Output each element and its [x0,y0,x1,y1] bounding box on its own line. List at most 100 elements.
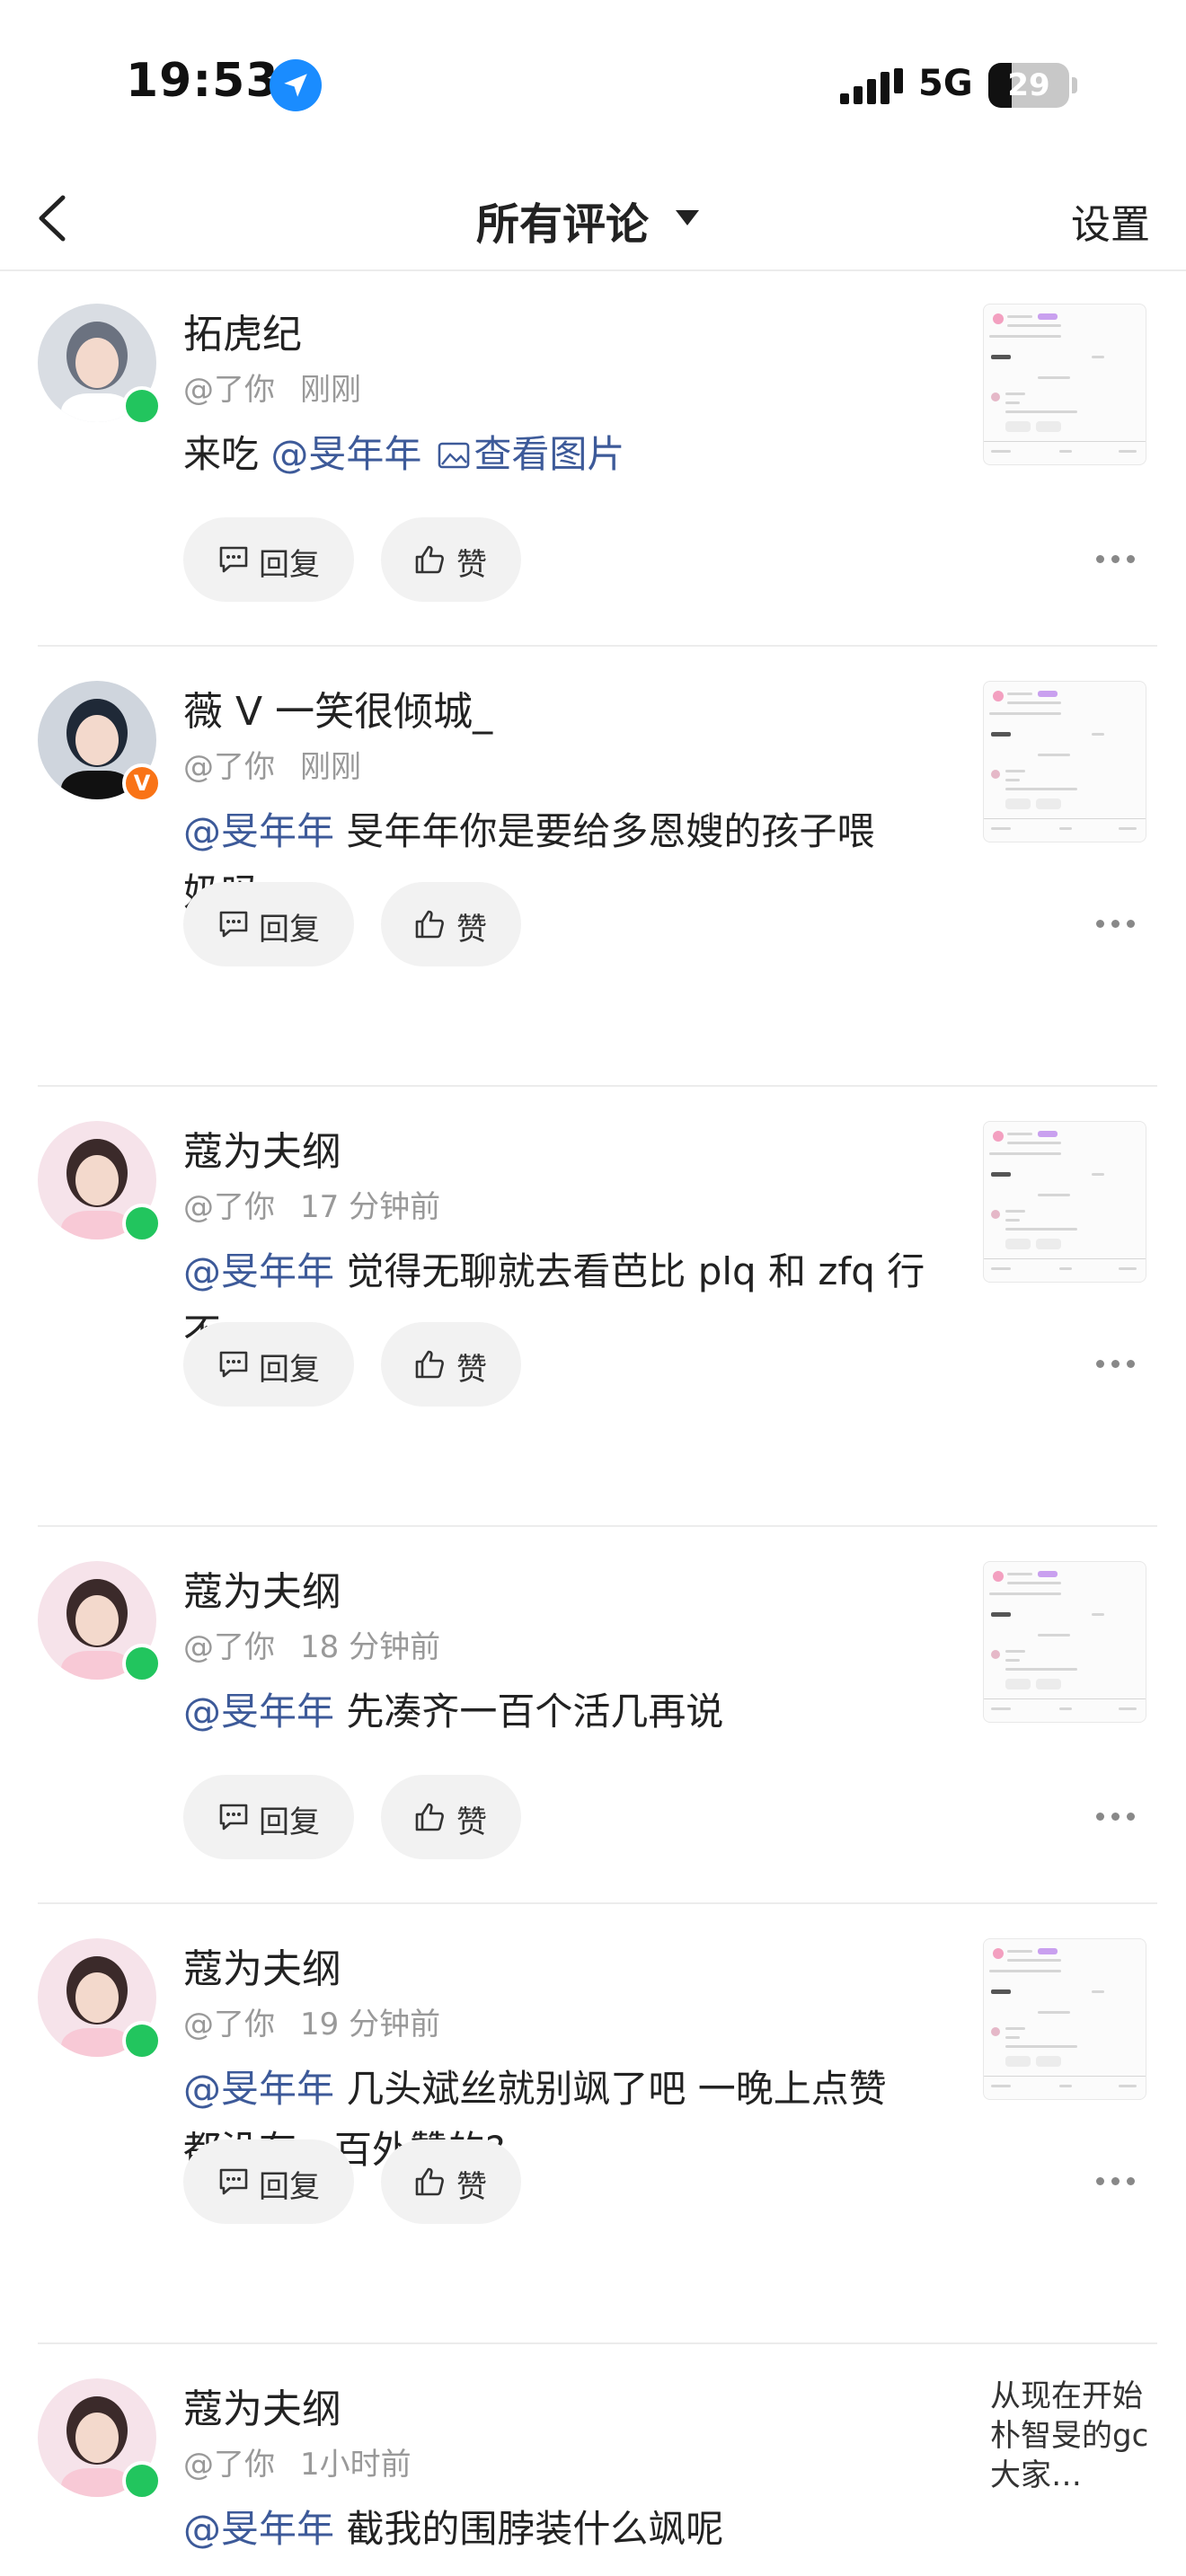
comment-item: V薇 V 一笑很倾城_@了你刚刚@旻年年 旻年年你是要给多恩嫂的孩子喂奶吗回复赞 [0,647,1186,1087]
comment-line: @旻年年 几头斌丝就别飒了吧 一晚上点赞 [183,2059,947,2120]
reply-button[interactable]: 回复 [183,1775,354,1859]
text-after: 先凑齐一百个活几再说 [334,1689,724,1734]
comment-item: 蔻为夫纲@了你17 分钟前@旻年年 觉得无聊就去看芭比 plq 和 zfq 行不… [0,1087,1186,1527]
view-image-link[interactable]: 查看图片 [438,432,624,476]
nav-bar: 所有评论 设置 [0,171,1186,271]
reply-button[interactable]: 回复 [183,2139,354,2224]
mention-label: @了你 [183,749,275,785]
like-label: 赞 [456,1352,487,1388]
username[interactable]: 蔻为夫纲 [183,1119,341,1177]
comment-item: 蔻为夫纲 @了你 19 分钟前 @旻年年 几头斌丝就别飒了吧 一晚上点赞 都没有一百外赞… [0,1904,1186,2344]
mention-label: @了你 [183,2007,275,2042]
more-options-icon[interactable] [1096,1813,1136,1823]
like-label: 赞 [456,1804,487,1840]
like-label: 赞 [456,2169,487,2205]
like-button[interactable]: 赞 [381,2139,521,2224]
username[interactable]: 蔻为夫纲 [183,1936,341,1994]
mention-link[interactable]: @旻年年 [183,1689,334,1734]
reply-label: 回复 [259,912,320,948]
username[interactable]: 蔻为夫纲 [183,1559,341,1617]
comment-meta: @了你 19 分钟前 [183,1999,440,2043]
timestamp: 1小时前 [300,2447,412,2483]
mention-link[interactable]: @旻年年 [183,2067,334,2111]
comment-line: @旻年年 觉得无聊就去看芭比 plq 和 zfq 行 [183,1241,947,1302]
comment-line: @旻年年 旻年年你是要给多恩嫂的孩子喂 [183,801,947,862]
mention-link[interactable]: @旻年年 [270,432,421,476]
comment-line: @旻年年 先凑齐一百个活几再说 [183,1681,947,1742]
timestamp: 刚刚 [300,749,361,785]
mention-label: @了你 [183,372,275,408]
like-button[interactable]: 赞 [381,882,521,966]
comment-meta: @了你 18 分钟前 [183,1622,440,1666]
mention-label: @了你 [183,1189,275,1225]
mention-link[interactable]: @旻年年 [183,1249,334,1293]
more-options-icon[interactable] [1096,2177,1136,2188]
username[interactable]: 薇 V 一笑很倾城_ [183,679,492,737]
more-options-icon[interactable] [1096,1360,1136,1371]
post-thumbnail[interactable] [983,304,1146,465]
status-time: 19:53 [126,54,279,108]
more-options-icon[interactable] [1096,920,1136,931]
caret-down-icon[interactable] [676,210,699,225]
battery-cap [1072,77,1077,93]
like-label: 赞 [456,547,487,583]
mention-label: @了你 [183,2447,275,2483]
username[interactable]: 拓虎纪 [183,302,302,359]
comment-meta: @了你 1小时前 [183,2439,412,2483]
reply-label: 回复 [259,547,320,583]
network-type: 5G [918,63,973,104]
verified-badge: V [122,763,162,803]
online-badge [122,1644,162,1683]
battery-level: 29 [1007,67,1050,103]
comment-text: @旻年年 先凑齐一百个活几再说 [183,1681,947,1742]
mention-link[interactable]: @旻年年 [183,2507,334,2551]
text-before: 来吃 [183,432,271,476]
like-button[interactable]: 赞 [381,517,521,602]
timestamp: 刚刚 [300,372,361,408]
username[interactable]: 蔻为夫纲 [183,2377,341,2434]
online-badge [122,1204,162,1243]
timestamp: 17 分钟前 [300,1189,441,1225]
settings-button[interactable]: 设置 [1071,192,1150,250]
post-thumbnail[interactable] [983,1121,1146,1283]
reply-button[interactable]: 回复 [183,517,354,602]
comment-meta: @了你 刚刚 [183,365,361,409]
online-badge [122,2021,162,2060]
reply-button[interactable]: 回复 [183,1322,354,1407]
location-arrow-icon [270,59,322,111]
comment-line: @旻年年 截我的围脖装什么飒呢 [183,2499,947,2560]
status-bar: 19:53 5G 29 [0,0,1186,171]
comment-item: 拓虎纪 @了你 刚刚 来吃 @旻年年 查看图片 回复 赞 [0,269,1186,647]
mention-label: @了你 [183,1629,275,1665]
comment-meta: @了你 17 分钟前 [183,1182,440,1226]
post-thumbnail[interactable] [983,681,1146,842]
comment-item: 蔻为夫纲 @了你 1小时前 @旻年年 截我的围脖装什么飒呢 从现在开始朴智旻的gc大家… [0,2344,1186,2576]
text-after: 几头斌丝就别飒了吧 一晚上点赞 [334,2067,887,2111]
text-after: 截我的围脖装什么飒呢 [334,2507,724,2551]
comment-item: 蔻为夫纲 @了你 18 分钟前 @旻年年 先凑齐一百个活几再说回复 赞 [0,1527,1186,1904]
timestamp: 19 分钟前 [300,2007,441,2042]
back-chevron-icon[interactable] [27,187,81,250]
view-image-label: 查看图片 [474,432,625,476]
comment-meta: @了你 刚刚 [183,742,361,786]
page-title[interactable]: 所有评论 [476,189,649,251]
post-preview-text[interactable]: 从现在开始朴智旻的gc大家… [990,2377,1170,2495]
text-after: 旻年年你是要给多恩嫂的孩子喂 [334,809,875,853]
like-button[interactable]: 赞 [381,1775,521,1859]
like-label: 赞 [456,912,487,948]
online-badge [122,386,162,426]
reply-label: 回复 [259,1804,320,1840]
like-button[interactable]: 赞 [381,1322,521,1407]
reply-label: 回复 [259,2169,320,2205]
comment-text: 来吃 @旻年年 查看图片 [183,424,947,485]
comment-line: 来吃 @旻年年 查看图片 [183,424,947,485]
timestamp: 18 分钟前 [300,1629,441,1665]
more-options-icon[interactable] [1096,555,1136,566]
post-thumbnail[interactable] [983,1561,1146,1723]
image-icon [438,432,474,476]
text-after: 觉得无聊就去看芭比 plq 和 zfq 行 [334,1249,925,1293]
reply-label: 回复 [259,1352,320,1388]
reply-button[interactable]: 回复 [183,882,354,966]
mention-link[interactable]: @旻年年 [183,809,334,853]
post-thumbnail[interactable] [983,1938,1146,2100]
